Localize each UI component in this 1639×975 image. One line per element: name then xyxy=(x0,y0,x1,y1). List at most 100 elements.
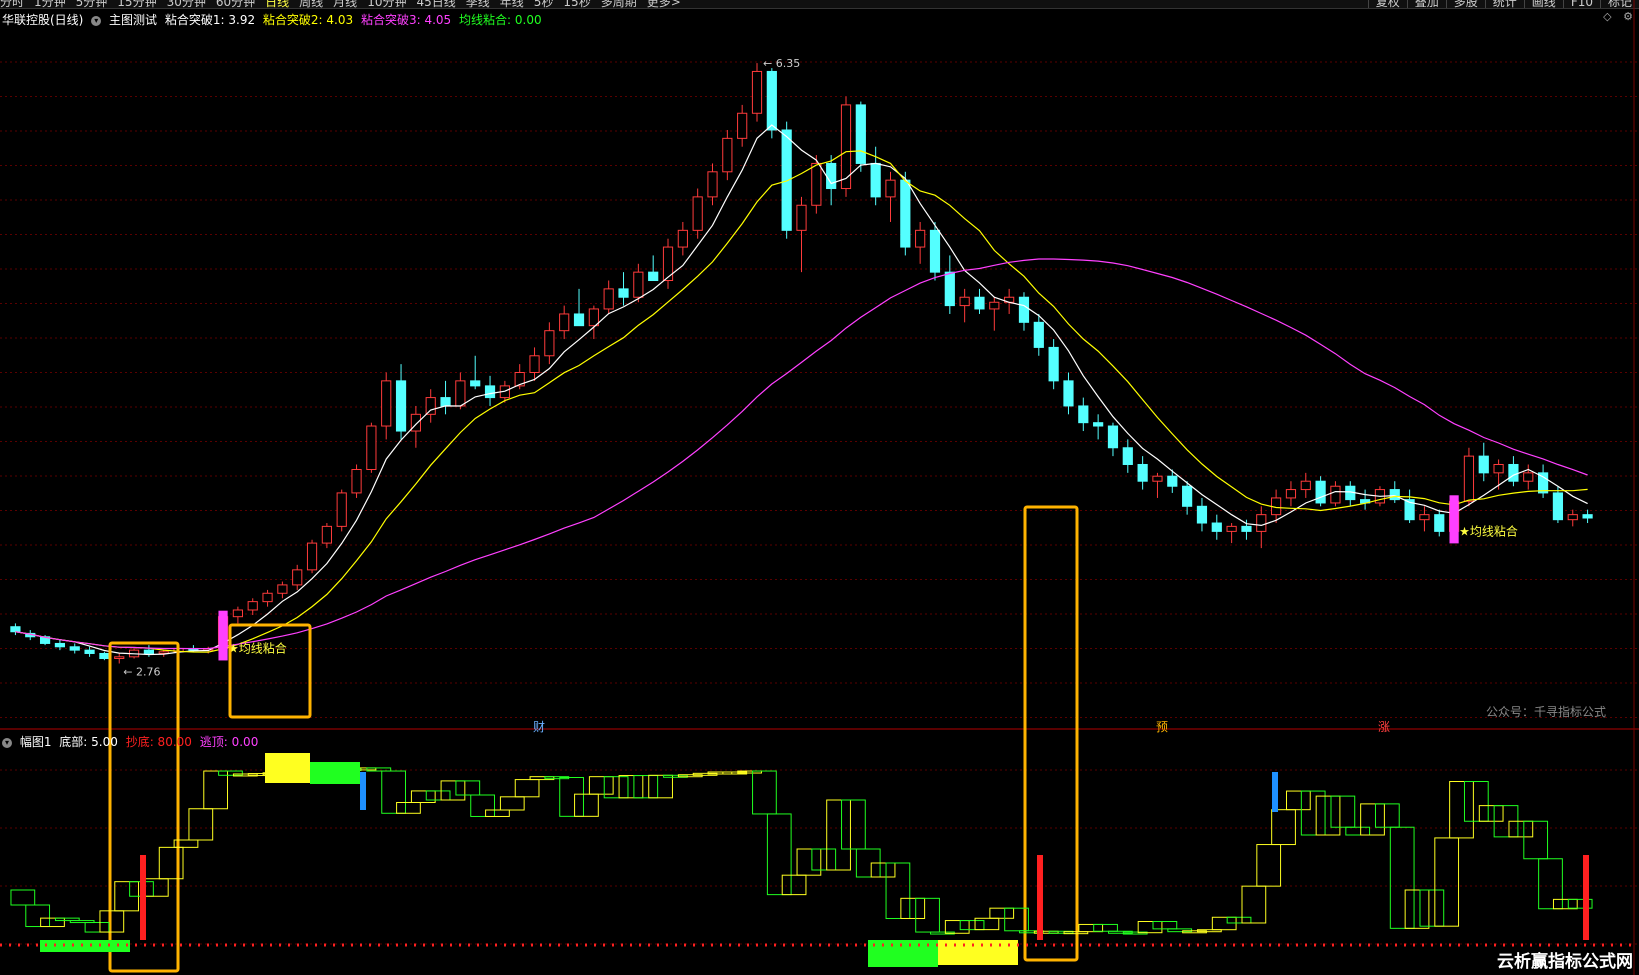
sub-bar xyxy=(455,780,481,796)
sub-bar xyxy=(40,917,65,928)
candle-body xyxy=(885,179,896,198)
candle-body xyxy=(1048,346,1059,382)
mark-cai: 财 xyxy=(533,720,546,734)
sub-bar xyxy=(84,922,110,933)
candle-body xyxy=(544,330,555,357)
gear-icon[interactable]: ⚙ xyxy=(1623,10,1633,23)
sub-bar xyxy=(188,808,214,841)
candle-body xyxy=(84,649,95,654)
sub-bar xyxy=(900,897,926,919)
indicator-name[interactable]: 主图测试 xyxy=(109,13,157,27)
candle-body xyxy=(959,296,970,307)
candle-body xyxy=(1226,525,1237,532)
stock-name[interactable]: 华联控股(日线) xyxy=(2,13,83,27)
sub-bar xyxy=(1285,790,1311,811)
sub-name[interactable]: 幅图1 xyxy=(20,735,52,749)
sub-bar xyxy=(574,793,599,817)
mark-zhang: 涨 xyxy=(1378,720,1391,734)
candle-body xyxy=(277,584,288,594)
candle-body xyxy=(425,397,436,415)
candle-body xyxy=(232,609,243,618)
signal-marker xyxy=(140,855,146,940)
sub-bar xyxy=(811,848,837,871)
sub-bar xyxy=(781,874,807,896)
candle-body xyxy=(974,296,985,310)
sub-bar xyxy=(885,862,911,919)
candle-body xyxy=(529,355,540,373)
sub-bar xyxy=(1137,921,1163,934)
sub-bar xyxy=(99,910,125,933)
candle-body xyxy=(855,104,866,164)
candle-body xyxy=(573,313,585,327)
candle-body xyxy=(1137,463,1148,482)
mark-yu: 预 xyxy=(1156,720,1169,734)
sub-bar xyxy=(396,802,421,814)
diamond-icon[interactable]: ◇ xyxy=(1603,10,1611,23)
sub-value-1: 底部: 5.00 xyxy=(59,735,118,749)
kline-chart[interactable]: ← 6.35 ← 2.76 ★均线粘合 ★均线粘合 xyxy=(0,0,1639,975)
candle-body xyxy=(1434,514,1445,532)
sub-bar xyxy=(1330,795,1356,828)
candle-body xyxy=(484,385,496,399)
candle-body xyxy=(559,313,570,332)
watermark: 公众号：千寻指标公式 xyxy=(1485,705,1606,719)
sub-bar xyxy=(1256,844,1282,887)
candle-body xyxy=(603,288,614,310)
sub-bar xyxy=(618,775,644,799)
candle-body xyxy=(944,271,955,307)
sub-bar xyxy=(1374,803,1400,828)
sub-zone xyxy=(310,762,360,784)
candle-body xyxy=(751,70,763,114)
candle-body xyxy=(781,129,792,231)
candle-body xyxy=(870,162,881,198)
collapse-icon[interactable]: ▾ xyxy=(91,15,102,26)
sub-bar xyxy=(944,920,970,934)
corner-tools: ◇ ⚙ xyxy=(1595,10,1633,23)
candle-body xyxy=(99,652,110,659)
candle-body xyxy=(1256,514,1267,532)
signal-marker xyxy=(1583,855,1589,940)
candle-body xyxy=(915,229,926,248)
sub-indicator-bar: ▾ 幅图1 底部: 5.00 抄底: 80.00 逃顶: 0.00 xyxy=(2,733,262,750)
candle-body xyxy=(1463,455,1475,502)
candle-body xyxy=(707,171,718,198)
sub-bar xyxy=(203,770,229,810)
sub-bar xyxy=(410,790,436,803)
candle-body xyxy=(1078,405,1089,424)
sub-value-2: 抄底: 80.00 xyxy=(125,735,192,749)
sub-bar xyxy=(870,862,896,878)
candle-body xyxy=(1063,380,1074,407)
candle-body xyxy=(440,397,451,407)
candle-body xyxy=(292,569,303,586)
main-indicator-bar: 华联控股(日线) ▾ 主图测试 粘合突破1: 3.92 粘合突破2: 4.03 … xyxy=(2,11,546,28)
candle-body xyxy=(395,380,407,432)
sub-bar xyxy=(1478,805,1504,822)
candle-body xyxy=(989,301,1000,310)
sub-bar xyxy=(1419,889,1445,927)
sub-zone xyxy=(40,940,130,952)
candle-body xyxy=(677,229,688,248)
candle-body xyxy=(1330,485,1341,504)
candle-body xyxy=(247,601,258,611)
sub-bar xyxy=(1538,858,1563,910)
candle-body xyxy=(351,469,362,494)
sub-bar xyxy=(1078,923,1104,933)
candle-body xyxy=(306,542,318,571)
sub-bar xyxy=(1093,923,1118,932)
candle-body xyxy=(1419,514,1430,521)
candle-body xyxy=(722,137,733,173)
sub-bar xyxy=(1552,898,1578,910)
value-3: 粘合突破3: 4.05 xyxy=(360,13,452,27)
candle-body xyxy=(1167,475,1178,487)
sub-bar xyxy=(381,770,406,814)
sub-bar xyxy=(796,848,822,876)
candle-body xyxy=(1389,489,1400,501)
sub-bar xyxy=(514,779,540,798)
value-2: 粘合突破2: 4.03 xyxy=(262,13,354,27)
sub-bar xyxy=(1360,803,1385,836)
collapse-icon[interactable]: ▾ xyxy=(2,737,12,748)
candle-body xyxy=(366,425,377,471)
candle-body xyxy=(1152,475,1163,482)
candle-body xyxy=(1493,463,1504,474)
brand-logo: 云析赢指标公式网 xyxy=(1497,952,1633,972)
